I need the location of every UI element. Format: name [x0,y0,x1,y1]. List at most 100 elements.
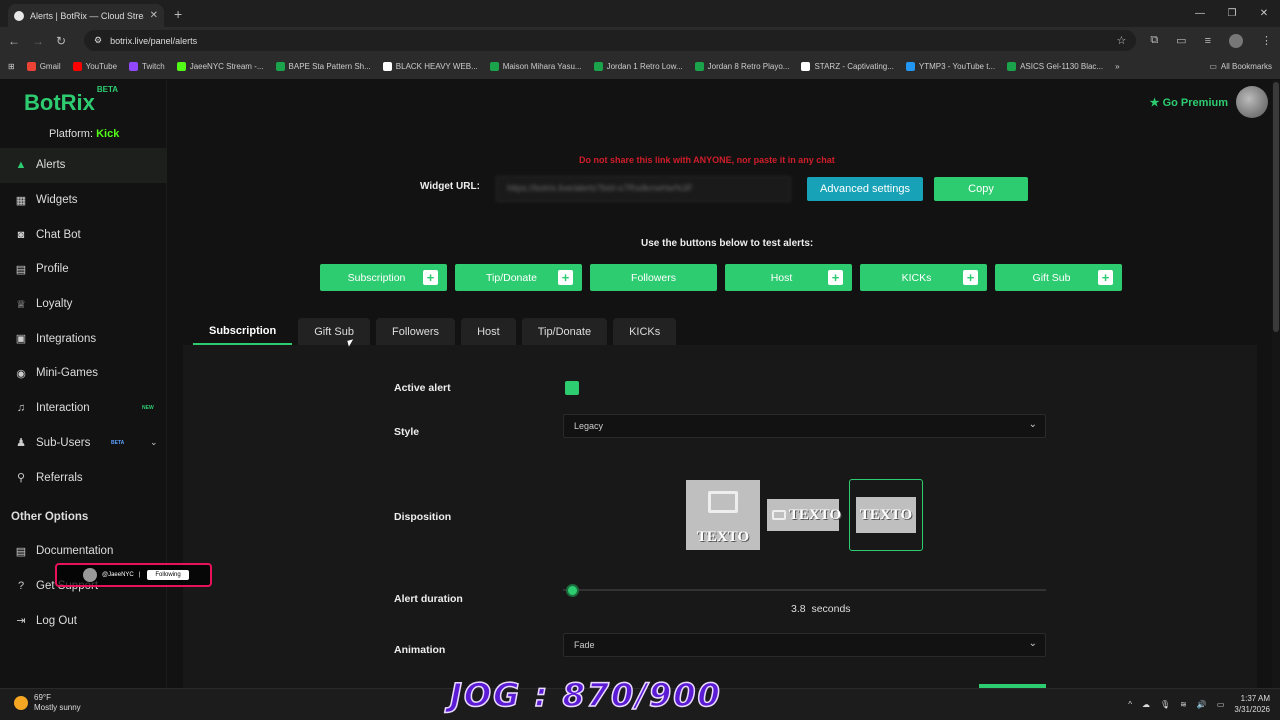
sidebar-item-profile[interactable]: ▤ Profile [0,252,167,287]
sidebar-item-interaction[interactable]: ♫ Interaction NEW [0,391,167,426]
bookmarks-overflow-icon[interactable]: » [1115,62,1119,71]
bookmark-item[interactable]: Jordan 8 Retro Playo... [694,62,789,71]
bookmark-label: Gmail [39,62,61,71]
test-host-button[interactable]: Host + [725,264,852,291]
profile-avatar-icon[interactable] [1229,33,1243,48]
system-tray: ^ ☁ 🎙 ≋ 🔊 ▭ 1:37 AM 3/31/2026 [1128,693,1270,715]
plus-icon: + [963,270,978,285]
test-gift-sub-button[interactable]: Gift Sub + [995,264,1122,291]
bookmark-item[interactable]: BAPE Sta Pattern Sh... [275,62,371,71]
site-info-icon[interactable]: ⚙ [94,35,102,46]
bookmark-label: YTMP3 - YouTube t... [918,62,996,71]
users-icon: ♟ [16,437,26,450]
forward-icon[interactable]: → [32,34,44,48]
test-buttons-row: Subscription + Tip/Donate + Followers Host + KI… [320,264,1122,291]
clock[interactable]: 1:37 AM 3/31/2026 [1234,693,1270,715]
chevron-down-icon[interactable]: ⌄ [150,437,158,448]
sidebar-item-label: Chat Bot [36,228,81,241]
bookmark-item[interactable]: YTMP3 - YouTube t... [905,62,996,71]
test-button-label: Gift Sub [1032,271,1071,284]
disposition-option-image-top[interactable]: TEXTO [686,480,760,550]
bookmark-item[interactable]: Twitch [129,62,165,71]
close-tab-icon[interactable]: ✕ [150,10,158,21]
go-premium-button[interactable]: ★ Go Premium [1150,96,1228,109]
sidebar-item-integrations[interactable]: ▣ Integrations [0,321,167,356]
sidebar-item-chat-bot[interactable]: ◙ Chat Bot [0,217,167,252]
tab-host[interactable]: Host [461,318,516,345]
new-tab-icon[interactable]: + [174,6,182,22]
user-avatar[interactable] [1236,86,1268,118]
sidebar-item-alerts[interactable]: ▲ Alerts [0,148,167,183]
minimize-icon[interactable]: — [1184,0,1216,27]
tab-followers[interactable]: Followers [375,318,456,345]
tray-chevron-icon[interactable]: ^ [1128,700,1132,709]
botrix-logo[interactable]: BotRixBETA [24,85,118,116]
weather-widget[interactable]: 69°F Mostly sunny [14,693,81,713]
test-button-label: Host [770,271,793,284]
image-placeholder-icon [686,480,760,524]
bookmark-label: Jordan 1 Retro Low... [606,62,683,71]
tab-subscription[interactable]: Subscription [193,318,293,345]
alert-duration-slider[interactable] [563,589,1046,591]
active-alert-checkbox[interactable] [565,381,579,395]
bookmark-favicon-icon [1007,62,1017,71]
tab-gift-sub[interactable]: Gift Sub [298,318,370,345]
disposition-option-overlay[interactable]: TEXTO [849,479,923,551]
close-window-icon[interactable]: ✕ [1248,0,1280,27]
bookmark-item[interactable]: YouTube [72,62,117,71]
browser-tab[interactable]: Alerts | BotRix — Cloud Streami ✕ [8,4,164,27]
tab-tip-donate[interactable]: Tip/Donate [521,318,608,345]
battery-icon[interactable]: ▭ [1217,700,1225,709]
bookmark-item[interactable]: Gmail [26,62,61,71]
bookmark-item[interactable]: ASICS Gel-1130 Blac... [1007,62,1103,71]
bookmark-item[interactable]: JaeeNYC Stream -... [176,62,264,71]
sidebar-item-sub-users[interactable]: ♟ Sub-Users BETA ⌄ [0,426,167,461]
bookmark-star-icon[interactable]: ☆ [1116,34,1126,47]
test-tip-donate-button[interactable]: Tip/Donate + [455,264,582,291]
test-kicks-button[interactable]: KICKs + [860,264,987,291]
copy-button[interactable]: Copy [934,177,1028,201]
reload-icon[interactable]: ↻ [56,34,66,48]
test-followers-button[interactable]: Followers [590,264,717,291]
advanced-settings-button[interactable]: Advanced settings [807,177,923,201]
volume-icon[interactable]: 🔊 [1197,700,1207,709]
test-button-label: KICKs [901,271,932,284]
sidebar-item-label: Profile [36,263,69,276]
alert-duration-slider-thumb[interactable] [566,584,579,597]
sidebar-item-loyalty[interactable]: ♕ Loyalty [0,287,167,322]
sidebar-item-referrals[interactable]: ⚲ Referrals [0,460,167,495]
robot-icon: ◙ [17,228,25,241]
extensions-icon[interactable]: ⧉ [1150,34,1158,47]
menu-kebab-icon[interactable]: ⋮ [1261,34,1272,47]
sidebar-item-mini-games[interactable]: ◉ Mini-Games [0,356,167,391]
url-bar[interactable]: ⚙ botrix.live/panel/alerts ☆ [84,30,1137,51]
sidebar-item-label: Referrals [36,471,83,484]
bookmark-item[interactable]: Jordan 1 Retro Low... [593,62,683,71]
animation-select[interactable]: Fade ⌄ [563,633,1046,657]
back-icon[interactable]: ← [8,34,20,48]
all-bookmarks[interactable]: ▭ All Bookmarks [1209,62,1272,71]
referrals-icon: ⚲ [16,472,26,485]
widget-url-input[interactable]: https://botrix.live/alerts?bid=x7Rsdkrrw… [496,176,791,202]
microphone-icon[interactable]: 🎙 [1160,700,1170,709]
bookmark-item[interactable]: STARZ - Captivating... [801,62,894,71]
cast-icon[interactable]: ▭ [1176,34,1186,47]
disposition-option-image-left[interactable]: TEXTO [767,480,841,550]
wifi-icon[interactable]: ≋ [1180,700,1187,709]
page-scrollbar[interactable] [1272,80,1280,688]
restore-icon[interactable]: ❐ [1216,0,1248,27]
network-icon[interactable]: ☁ [1142,700,1150,709]
bookmark-label: Twitch [142,62,165,71]
apps-grid-icon[interactable]: ⊞ [8,62,15,71]
tab-kicks[interactable]: KICKs [613,318,677,345]
scrollbar-thumb[interactable] [1273,82,1279,332]
botrix-app: BotRixBETA Platform: Kick ▲ Alerts ▦ Widget… [0,80,1280,688]
bookmarks-list: Gmail YouTube Twitch JaeeNYC Stream -... BAP… [26,62,1103,71]
style-select[interactable]: Legacy ⌄ [563,414,1046,438]
sidebar-item-widgets[interactable]: ▦ Widgets [0,183,167,218]
bookmark-item[interactable]: Maison Mihara Yasu... [489,62,582,71]
sidebar-item-log-out[interactable]: ⇥ Log Out [0,603,167,638]
tab-search-icon[interactable]: ≡ [1205,35,1211,47]
bookmark-item[interactable]: BLACK HEAVY WEB... [382,62,478,71]
test-subscription-button[interactable]: Subscription + [320,264,447,291]
